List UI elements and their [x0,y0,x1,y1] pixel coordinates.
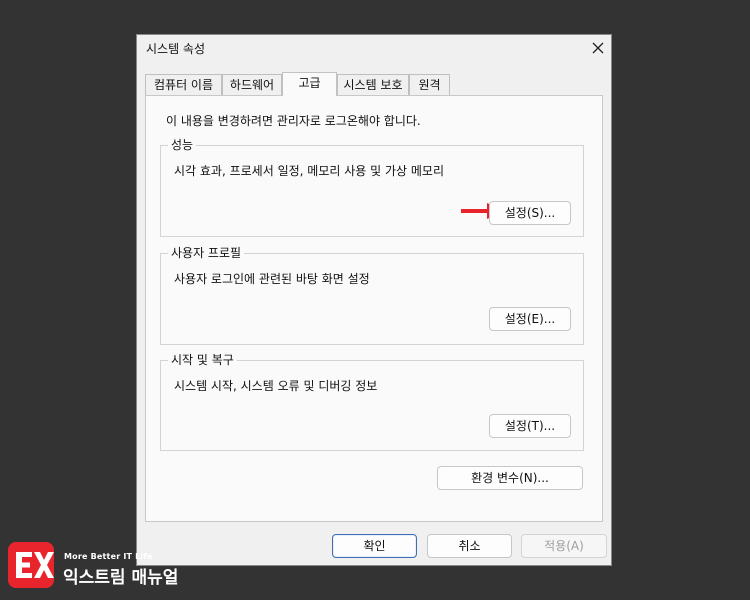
tab-system-protection[interactable]: 시스템 보호 [337,74,409,95]
logo-name: 익스트림 매뉴얼 [63,568,179,588]
environment-variables-button[interactable]: 환경 변수(N)... [437,466,583,490]
tab-computer-name[interactable]: 컴퓨터 이름 [145,74,222,95]
close-icon[interactable] [587,37,609,59]
group-title: 성능 [168,137,197,153]
ok-button[interactable]: 확인 [332,534,417,558]
tab-hardware[interactable]: 하드웨어 [222,74,282,95]
cancel-button[interactable]: 취소 [427,534,512,558]
system-properties-dialog: 시스템 속성 컴퓨터 이름 하드웨어 고급 시스템 보호 원격 이 내용을 변경… [136,34,612,566]
performance-group: 성능 시각 효과, 프로세서 일정, 메모리 사용 및 가상 메모리 설정(S)… [160,137,584,237]
group-title: 사용자 프로필 [168,245,245,261]
logo-tagline: More Better IT Life [64,552,153,561]
group-description: 사용자 로그인에 관련된 바탕 화면 설정 [174,272,370,286]
group-description: 시각 효과, 프로세서 일정, 메모리 사용 및 가상 메모리 [174,164,444,178]
tab-remote[interactable]: 원격 [409,74,450,95]
site-logo: More Better IT Life 익스트림 매뉴얼 [8,542,260,594]
performance-settings-button[interactable]: 설정(S)... [489,201,571,225]
apply-button[interactable]: 적용(A) [521,534,607,558]
startup-recovery-group: 시작 및 복구 시스템 시작, 시스템 오류 및 디버깅 정보 설정(T)... [160,352,584,451]
window-title: 시스템 속성 [146,42,206,56]
group-title: 시작 및 복구 [168,352,237,368]
startup-recovery-settings-button[interactable]: 설정(T)... [489,414,571,438]
user-profiles-group: 사용자 프로필 사용자 로그인에 관련된 바탕 화면 설정 설정(E)... [160,245,584,345]
group-description: 시스템 시작, 시스템 오류 및 디버깅 정보 [174,379,378,393]
advanced-tab-panel: 이 내용을 변경하려면 관리자로 로그온해야 합니다. 성능 시각 효과, 프로… [145,95,603,522]
tab-advanced[interactable]: 고급 [282,72,337,96]
user-profiles-settings-button[interactable]: 설정(E)... [489,307,571,331]
logo-badge-icon [8,542,54,588]
admin-notice: 이 내용을 변경하려면 관리자로 로그온해야 합니다. [166,114,421,128]
